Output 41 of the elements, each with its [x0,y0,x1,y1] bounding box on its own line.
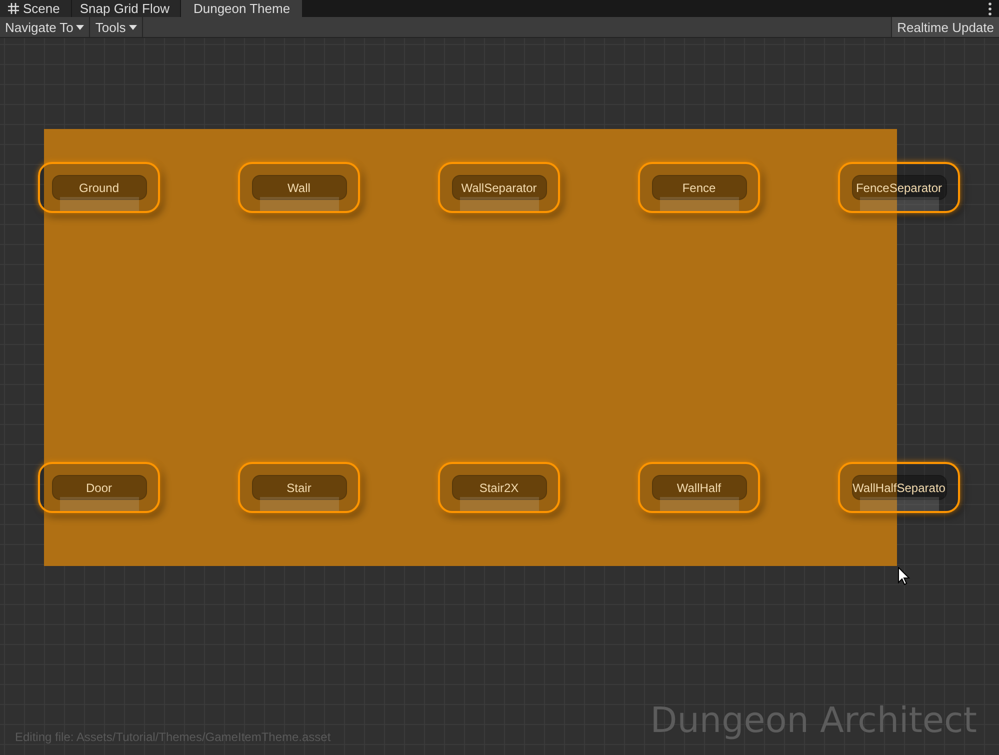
tab[interactable]: Scene [0,0,71,17]
grid-icon [8,3,19,14]
graph-node[interactable]: Fence [638,162,760,213]
graph-node[interactable]: Stair2X [438,462,560,513]
output-port[interactable] [660,497,738,511]
output-port[interactable] [260,197,338,211]
node-title: WallHalf [652,475,746,500]
caret-icon [128,24,137,30]
output-port[interactable] [860,197,938,211]
output-port[interactable] [60,197,138,211]
graph-node[interactable]: Wall [238,162,360,213]
node-title: Wall [252,175,346,200]
node-title: Door [52,475,146,500]
graph-node[interactable]: WallSeparator [438,162,560,213]
output-port[interactable] [660,197,738,211]
node-title: WallHalfSeparato [852,475,946,500]
mouse-cursor-icon [898,567,910,585]
output-port[interactable] [460,497,538,511]
dropdown-menu[interactable]: Tools [90,17,143,37]
toggle-button[interactable]: Realtime Update [891,17,999,37]
dropdown-menu[interactable]: Navigate To [0,17,90,37]
graph-node[interactable]: Door [38,462,160,513]
graph-node[interactable]: Stair [238,462,360,513]
graph-node[interactable]: WallHalfSeparato [838,462,960,513]
caret-icon [76,24,84,30]
node-title: FenceSeparator [852,175,946,200]
more-options-icon[interactable] [988,2,992,16]
output-port[interactable] [260,497,338,511]
graph-node[interactable]: FenceSeparator [838,162,960,213]
output-port[interactable] [460,197,538,211]
graph-node[interactable]: Ground [38,162,160,213]
node-title: Stair2X [452,475,546,500]
tab[interactable]: Snap Grid Flow [72,0,180,17]
output-port[interactable] [860,497,938,511]
tab[interactable]: Dungeon Theme [181,0,302,17]
output-port[interactable] [60,497,138,511]
node-title: Stair [252,475,346,500]
node-title: WallSeparator [452,175,546,200]
node-title: Ground [52,175,146,200]
node-title: Fence [652,175,746,200]
graph-node[interactable]: WallHalf [638,462,760,513]
